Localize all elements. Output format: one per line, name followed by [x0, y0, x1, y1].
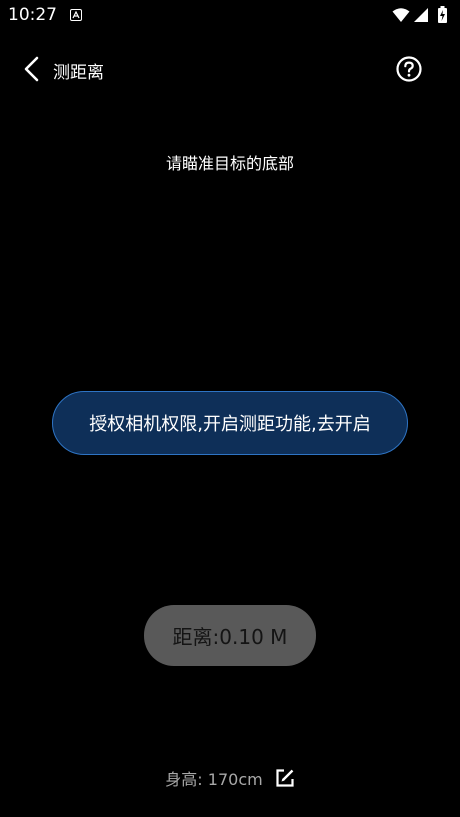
wifi-icon: [392, 8, 410, 22]
signal-icon: [414, 8, 428, 22]
height-text: 身高: 170cm: [165, 770, 263, 789]
authorize-camera-label: 授权相机权限,开启测距功能,去开启: [89, 414, 371, 435]
status-icons: [392, 6, 452, 26]
status-time: 10:27: [8, 5, 57, 25]
nav-bar: 测距离: [0, 45, 460, 93]
chevron-left-icon: [24, 56, 39, 82]
back-button[interactable]: [20, 55, 46, 83]
edit-icon: [276, 769, 294, 787]
page-title: 测距离: [53, 63, 104, 83]
aim-instruction: 请瞄准目标的底部: [165, 154, 294, 173]
a-icon: [70, 9, 82, 21]
height-row: 身高: 170cm: [0, 763, 460, 793]
edit-height-button[interactable]: [275, 768, 295, 788]
battery-charging-icon: [438, 6, 447, 23]
status-bar: 10:27: [0, 0, 460, 32]
distance-text: 距离:0.10 M: [172, 625, 288, 649]
distance-readout: 距离:0.10 M: [144, 605, 316, 666]
help-button[interactable]: [396, 56, 422, 82]
authorize-camera-button[interactable]: 授权相机权限,开启测距功能,去开启: [52, 391, 408, 455]
question-circle-icon: [396, 56, 422, 82]
